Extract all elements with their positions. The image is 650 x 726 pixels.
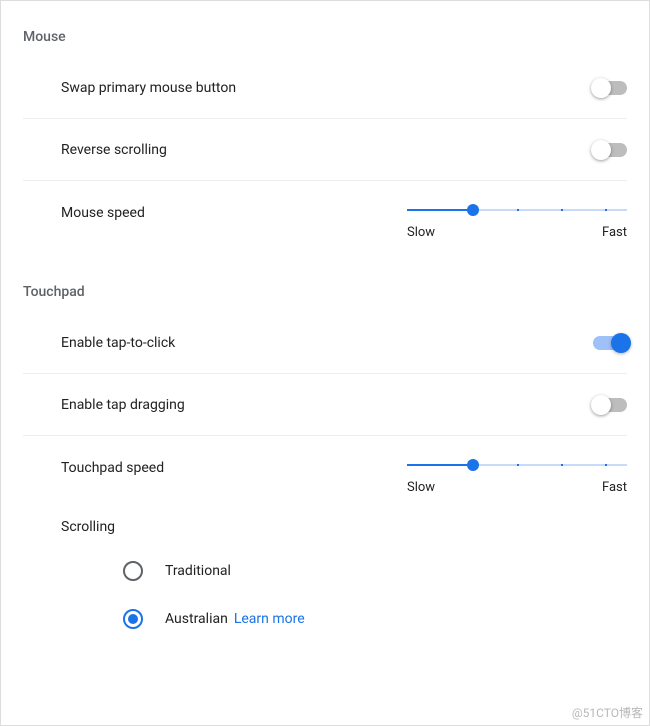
mouse-speed-slow-label: Slow bbox=[407, 225, 435, 240]
mouse-speed-row: Mouse speed Slow Fast bbox=[23, 181, 627, 246]
swap-primary-toggle[interactable] bbox=[593, 81, 627, 95]
touchpad-settings-list: Enable tap-to-click Enable tap dragging … bbox=[1, 312, 649, 643]
touchpad-speed-slow-label: Slow bbox=[407, 480, 435, 495]
scroll-traditional-row[interactable]: Traditional bbox=[23, 547, 627, 595]
mouse-section-header: Mouse bbox=[1, 21, 649, 57]
tap-dragging-row: Enable tap dragging bbox=[23, 374, 627, 436]
swap-primary-label: Swap primary mouse button bbox=[61, 80, 236, 96]
reverse-scrolling-label: Reverse scrolling bbox=[61, 142, 167, 158]
swap-primary-row: Swap primary mouse button bbox=[23, 57, 627, 119]
mouse-speed-fast-label: Fast bbox=[602, 225, 627, 240]
scroll-australian-radio[interactable] bbox=[123, 609, 143, 629]
reverse-scrolling-toggle[interactable] bbox=[593, 143, 627, 157]
scroll-australian-label: Australian bbox=[165, 611, 228, 627]
touchpad-speed-row: Touchpad speed Slow Fast bbox=[23, 436, 627, 501]
mouse-speed-label: Mouse speed bbox=[61, 203, 145, 221]
scroll-traditional-radio[interactable] bbox=[123, 561, 143, 581]
tap-to-click-toggle[interactable] bbox=[593, 336, 627, 350]
mouse-settings-list: Swap primary mouse button Reverse scroll… bbox=[1, 57, 649, 246]
reverse-scrolling-row: Reverse scrolling bbox=[23, 119, 627, 181]
tap-dragging-label: Enable tap dragging bbox=[61, 397, 185, 413]
watermark-text: @51CTO博客 bbox=[572, 704, 643, 721]
tap-dragging-toggle[interactable] bbox=[593, 398, 627, 412]
touchpad-speed-slider[interactable] bbox=[407, 458, 627, 472]
touchpad-speed-fast-label: Fast bbox=[602, 480, 627, 495]
scroll-traditional-label: Traditional bbox=[165, 563, 231, 579]
mouse-speed-slider[interactable] bbox=[407, 203, 627, 217]
touchpad-speed-label: Touchpad speed bbox=[61, 458, 164, 476]
tap-to-click-row: Enable tap-to-click bbox=[23, 312, 627, 374]
tap-to-click-label: Enable tap-to-click bbox=[61, 335, 175, 351]
scroll-learn-more-link[interactable]: Learn more bbox=[234, 611, 305, 627]
scrolling-label: Scrolling bbox=[23, 501, 627, 547]
scroll-australian-row[interactable]: Australian Learn more bbox=[23, 595, 627, 643]
touchpad-section-header: Touchpad bbox=[1, 276, 649, 312]
